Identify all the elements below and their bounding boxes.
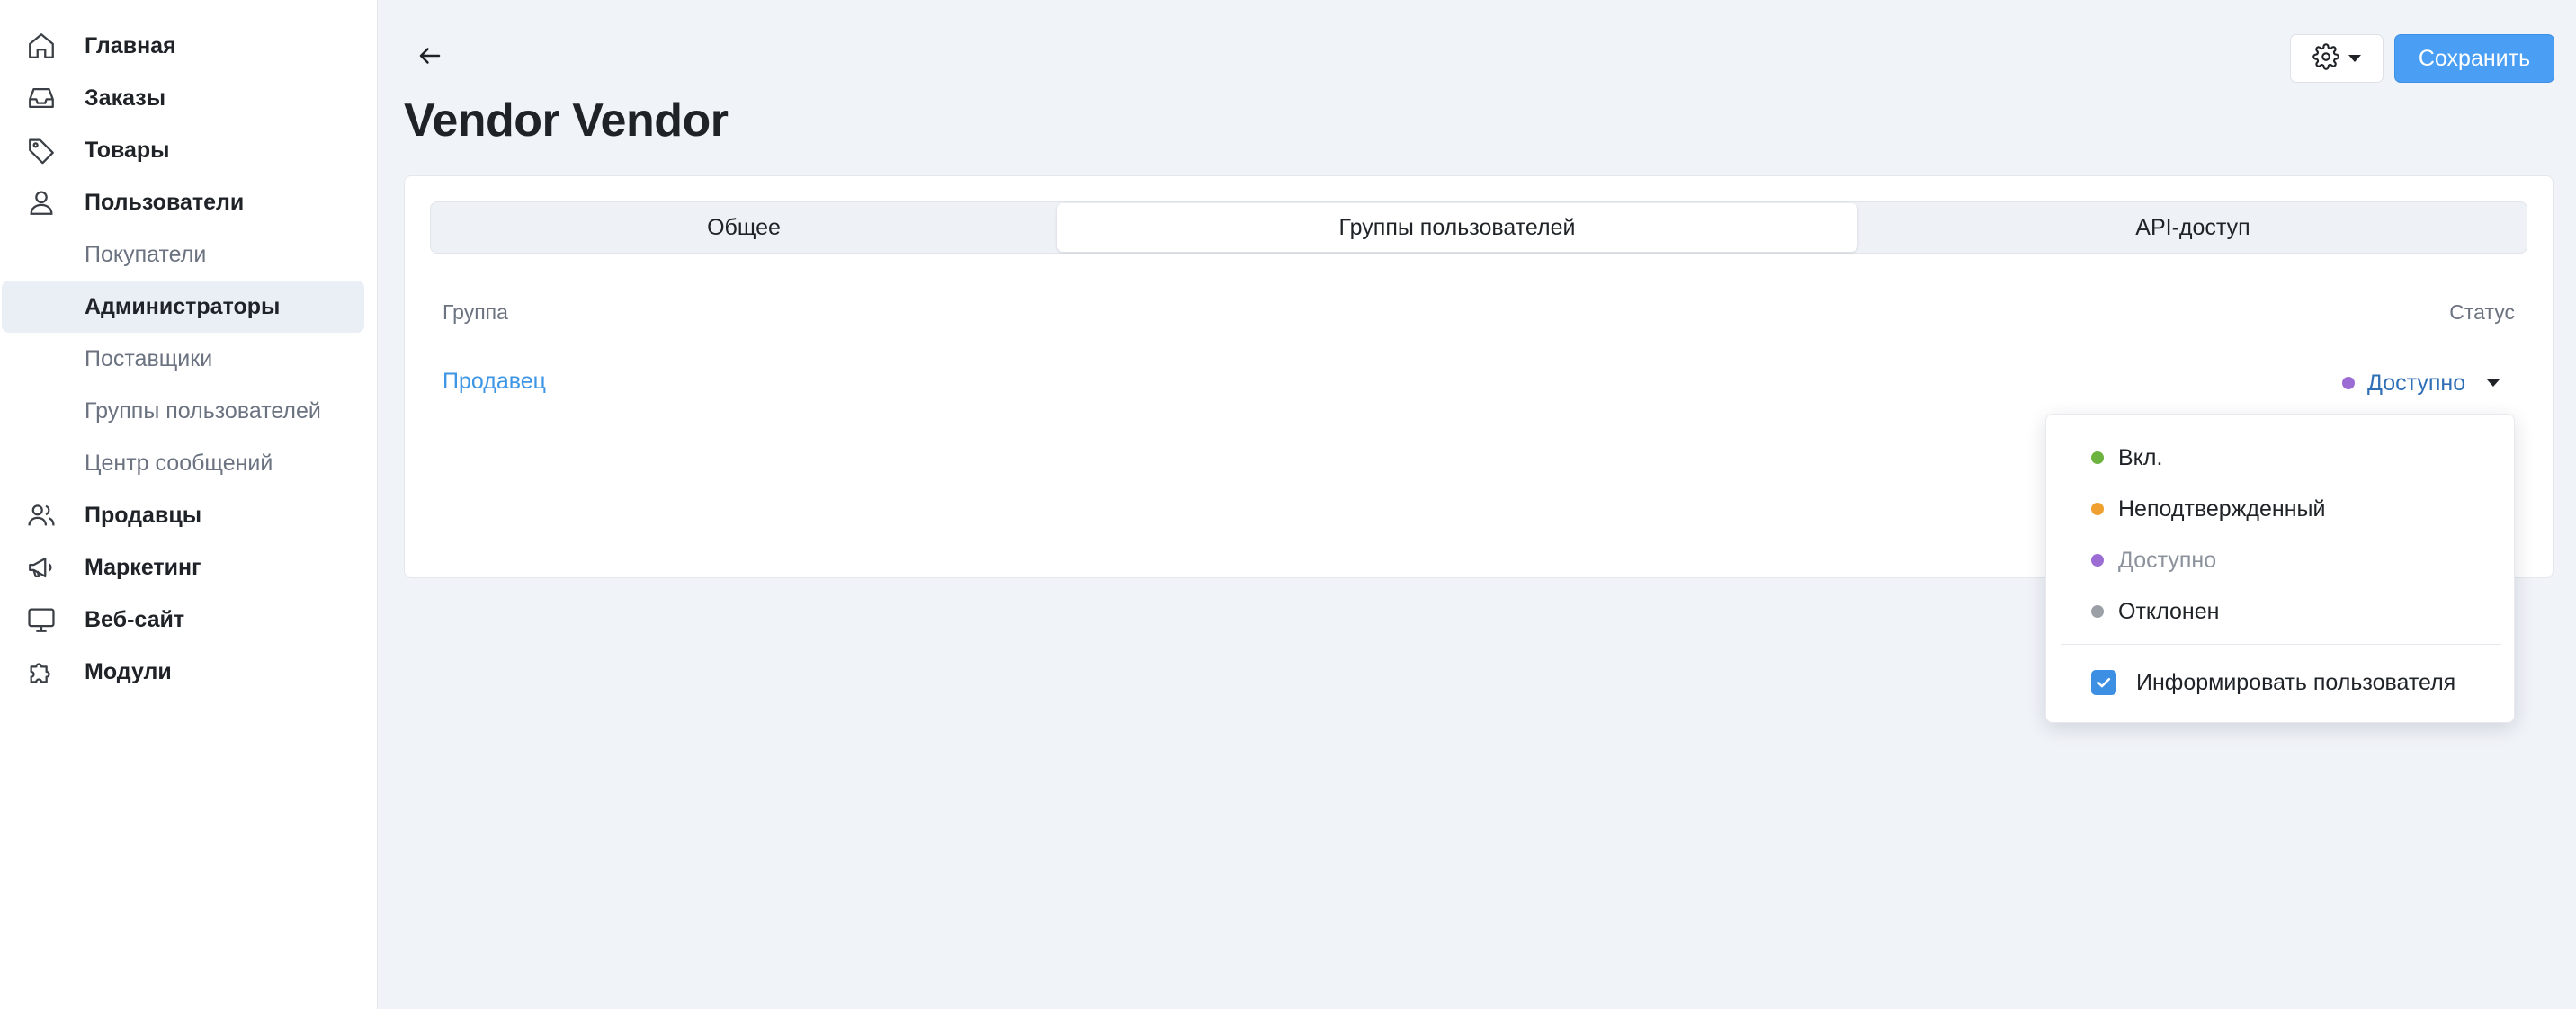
page-title: Vendor Vendor — [404, 94, 729, 147]
sidebar-item-website[interactable]: Веб-сайт — [0, 594, 364, 646]
sidebar-item-administrators[interactable]: Администраторы — [2, 281, 364, 333]
sidebar-item-label: Пользователи — [85, 189, 245, 215]
sidebar-item-label: Продавцы — [85, 502, 202, 528]
column-header-group: Группа — [443, 300, 508, 324]
status-dropdown-toggle[interactable]: Доступно — [2342, 367, 2500, 399]
sidebar-item-label: Товары — [85, 137, 170, 163]
sidebar-item-suppliers[interactable]: Поставщики — [0, 333, 364, 385]
sidebar-item-marketing[interactable]: Маркетинг — [0, 541, 364, 594]
status-option-label: Неподтвержденный — [2118, 496, 2326, 522]
status-option-on[interactable]: Вкл. — [2046, 433, 2514, 483]
tab-api-access[interactable]: API-доступ — [1857, 202, 2528, 253]
gear-icon — [2312, 42, 2339, 75]
tab-bar: Общее Группы пользователей API-доступ — [430, 201, 2527, 254]
status-dot — [2091, 554, 2104, 567]
tab-general[interactable]: Общее — [431, 202, 1057, 253]
sidebar-item-orders[interactable]: Заказы — [0, 72, 364, 124]
checkbox-checked-icon — [2091, 670, 2116, 695]
sidebar-item-label: Веб-сайт — [85, 606, 185, 632]
sidebar-item-user-groups[interactable]: Группы пользователей — [0, 385, 364, 437]
status-dot — [2091, 503, 2104, 515]
puzzle-icon — [25, 656, 58, 688]
monitor-icon — [25, 603, 58, 636]
sidebar-item-label: Администраторы — [85, 293, 281, 319]
settings-button[interactable] — [2290, 34, 2384, 83]
status-option-label: Доступно — [2118, 547, 2217, 573]
home-icon — [25, 30, 58, 62]
notify-user-label: Информировать пользователя — [2136, 669, 2456, 695]
sidebar-item-home[interactable]: Главная — [0, 20, 364, 72]
megaphone-icon — [25, 551, 58, 584]
sidebar-item-products[interactable]: Товары — [0, 124, 364, 176]
status-dot — [2342, 377, 2355, 389]
sidebar: Главная Заказы Товары Пользователи Покуп… — [0, 0, 378, 1009]
sidebar-item-label: Группы пользователей — [85, 397, 321, 424]
tab-user-groups[interactable]: Группы пользователей — [1057, 203, 1857, 252]
dropdown-divider — [2061, 644, 2501, 645]
sidebar-item-label: Главная — [85, 32, 176, 58]
arrow-left-icon — [416, 42, 443, 74]
chevron-down-icon — [2487, 379, 2500, 387]
sidebar-item-vendors[interactable]: Продавцы — [0, 489, 364, 541]
status-option-available[interactable]: Доступно — [2046, 535, 2514, 585]
sidebar-item-label: Модули — [85, 658, 172, 684]
status-dot — [2091, 605, 2104, 618]
users-icon — [25, 499, 58, 531]
sidebar-item-label: Заказы — [85, 85, 166, 111]
save-button[interactable]: Сохранить — [2394, 34, 2554, 83]
sidebar-item-modules[interactable]: Модули — [0, 646, 364, 698]
status-option-label: Отклонен — [2118, 598, 2220, 624]
sidebar-item-message-center[interactable]: Центр сообщений — [0, 437, 364, 489]
sidebar-item-customers[interactable]: Покупатели — [0, 228, 364, 281]
status-value: Доступно — [2367, 370, 2466, 396]
sidebar-item-label: Маркетинг — [85, 554, 201, 580]
status-option-label: Вкл. — [2118, 444, 2163, 470]
sidebar-item-label: Покупатели — [85, 241, 207, 267]
sidebar-item-users[interactable]: Пользователи — [0, 176, 364, 228]
status-option-rejected[interactable]: Отклонен — [2046, 586, 2514, 637]
sidebar-item-label: Центр сообщений — [85, 450, 273, 476]
back-button[interactable] — [412, 40, 448, 76]
user-icon — [25, 186, 58, 219]
group-link-seller[interactable]: Продавец — [443, 369, 546, 395]
status-option-unconfirmed[interactable]: Неподтвержденный — [2046, 484, 2514, 534]
chevron-down-icon — [2348, 55, 2361, 62]
inbox-icon — [25, 82, 58, 114]
tag-icon — [25, 134, 58, 166]
sidebar-item-label: Поставщики — [85, 345, 213, 371]
status-dot — [2091, 451, 2104, 464]
status-dropdown-menu: Вкл. Неподтвержденный Доступно Отклонен … — [2045, 414, 2515, 723]
column-header-status: Статус — [2449, 300, 2515, 324]
notify-user-checkbox[interactable]: Информировать пользователя — [2046, 657, 2514, 708]
